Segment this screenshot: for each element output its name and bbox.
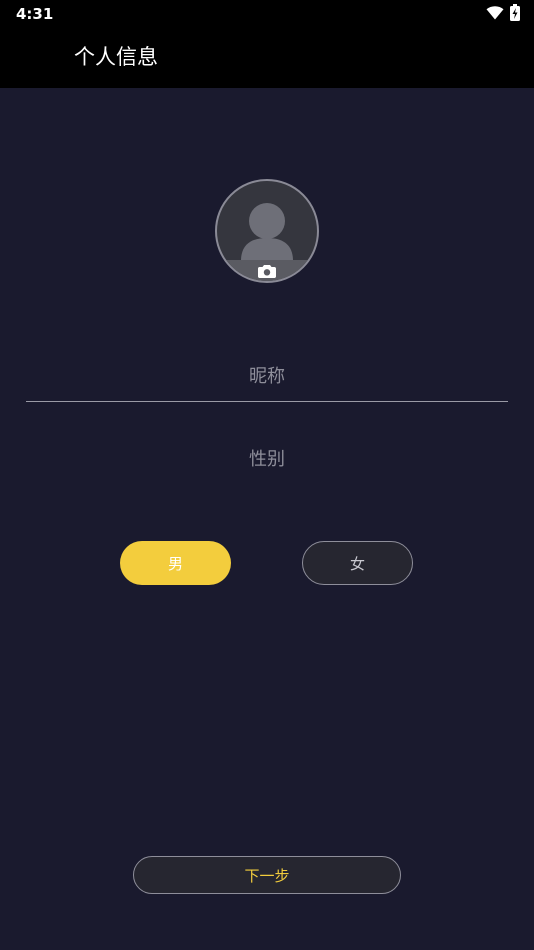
next-step-label: 下一步 (244, 866, 290, 885)
gender-male-button[interactable]: 男 (120, 541, 231, 585)
app-header: 4:31 个人信息 (0, 0, 534, 88)
gender-female-button[interactable]: 女 (302, 541, 413, 585)
avatar-picker[interactable] (215, 179, 319, 283)
status-time: 4:31 (16, 5, 54, 23)
wifi-icon (486, 5, 504, 20)
gender-female-label: 女 (349, 554, 365, 573)
next-step-button[interactable]: 下一步 (133, 856, 401, 894)
profile-screen: 4:31 个人信息 昵称 性别 男 女 下一步 (0, 0, 534, 950)
page-title: 个人信息 (74, 45, 158, 69)
camera-overlay (217, 260, 317, 281)
gender-male-label: 男 (167, 554, 183, 573)
status-icons (486, 4, 520, 21)
gender-label: 性别 (249, 449, 285, 470)
camera-icon (258, 264, 276, 278)
battery-charging-icon (510, 4, 520, 21)
nickname-input[interactable] (26, 352, 508, 402)
